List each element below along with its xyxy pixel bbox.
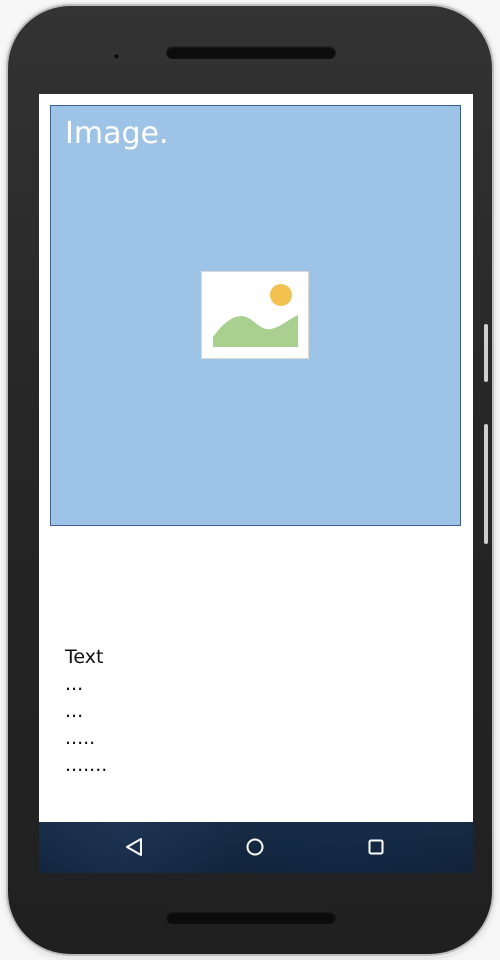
text-line: ... (65, 673, 84, 695)
image-label: Image. (65, 116, 169, 151)
home-circle-icon[interactable] (239, 831, 271, 863)
text-line: Text (65, 646, 104, 668)
text-line: ..... (65, 727, 96, 749)
text-line: ... (65, 700, 84, 722)
bottom-speaker (166, 911, 336, 924)
volume-button (484, 324, 488, 382)
image-icon (201, 271, 309, 359)
back-triangle-icon[interactable] (119, 831, 151, 863)
power-button (484, 424, 488, 544)
top-speaker (166, 46, 336, 59)
phone-frame: Image. Text ... ... ..... ....... (8, 6, 492, 954)
recent-square-icon[interactable] (360, 831, 392, 863)
front-camera (114, 54, 119, 59)
text-line: ....... (65, 754, 108, 776)
navigation-bar (39, 822, 473, 873)
text-block: Text ... ... ..... ....... (65, 644, 107, 779)
image-placeholder: Image. (50, 105, 461, 526)
phone-screen: Image. Text ... ... ..... ....... (39, 94, 473, 873)
